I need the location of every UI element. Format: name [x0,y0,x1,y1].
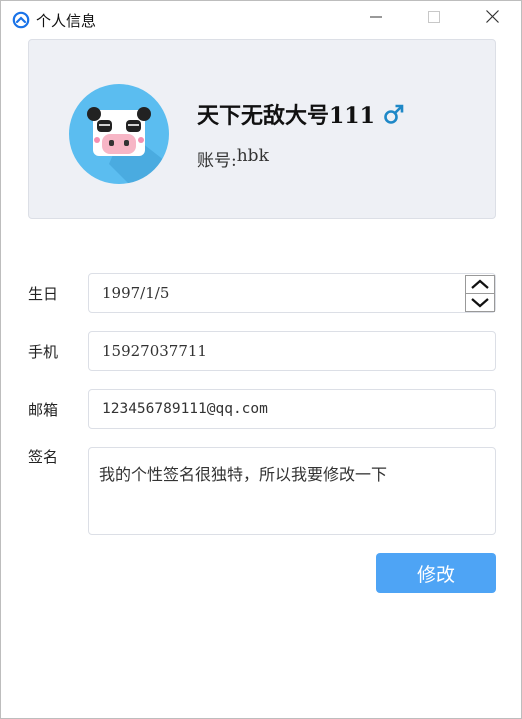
minimize-button[interactable] [347,1,405,37]
birthday-input[interactable]: 1997/1/5 [88,273,496,313]
date-spinner[interactable] [465,275,495,312]
email-label: 邮箱 [28,401,59,419]
modify-button[interactable]: 修改 [376,553,496,593]
signature-value: 我的个性签名很独特，所以我要修改一下 [99,465,388,484]
email-input[interactable]: 123456789111@qq.com [88,389,496,429]
close-button[interactable] [463,1,521,37]
birthday-value: 1997/1/5 [102,284,170,302]
profile-card: 天下无敌大号111 账号: hbk [28,39,496,219]
app-logo-icon [12,11,30,29]
nickname: 天下无敌大号111 [197,103,375,129]
birthday-label: 生日 [28,285,59,303]
profile-window: 个人信息 天下无敌大号111 账号: hbk 生日 1997/1/5 手机 15… [0,0,522,719]
male-icon [383,103,405,125]
avatar[interactable] [69,84,169,184]
signature-label: 签名 [28,448,59,466]
account-value: hbk [236,146,269,166]
title-bar: 个人信息 [1,1,521,37]
maximize-button[interactable] [405,1,463,37]
close-icon [485,10,499,28]
signature-textarea[interactable]: 我的个性签名很独特，所以我要修改一下 [88,447,496,535]
nickname-row: 天下无敌大号111 [197,98,405,130]
window-title: 个人信息 [36,12,97,30]
panda-cow-avatar-icon [69,84,169,184]
maximize-icon [428,10,440,28]
minimize-icon [370,10,382,28]
account-label: 账号: [197,151,237,171]
phone-label: 手机 [28,343,59,361]
account-row: 账号: hbk [197,146,269,171]
phone-input[interactable]: 15927037711 [88,331,496,371]
phone-value: 15927037711 [102,342,207,360]
email-value: 123456789111@qq.com [102,401,268,417]
